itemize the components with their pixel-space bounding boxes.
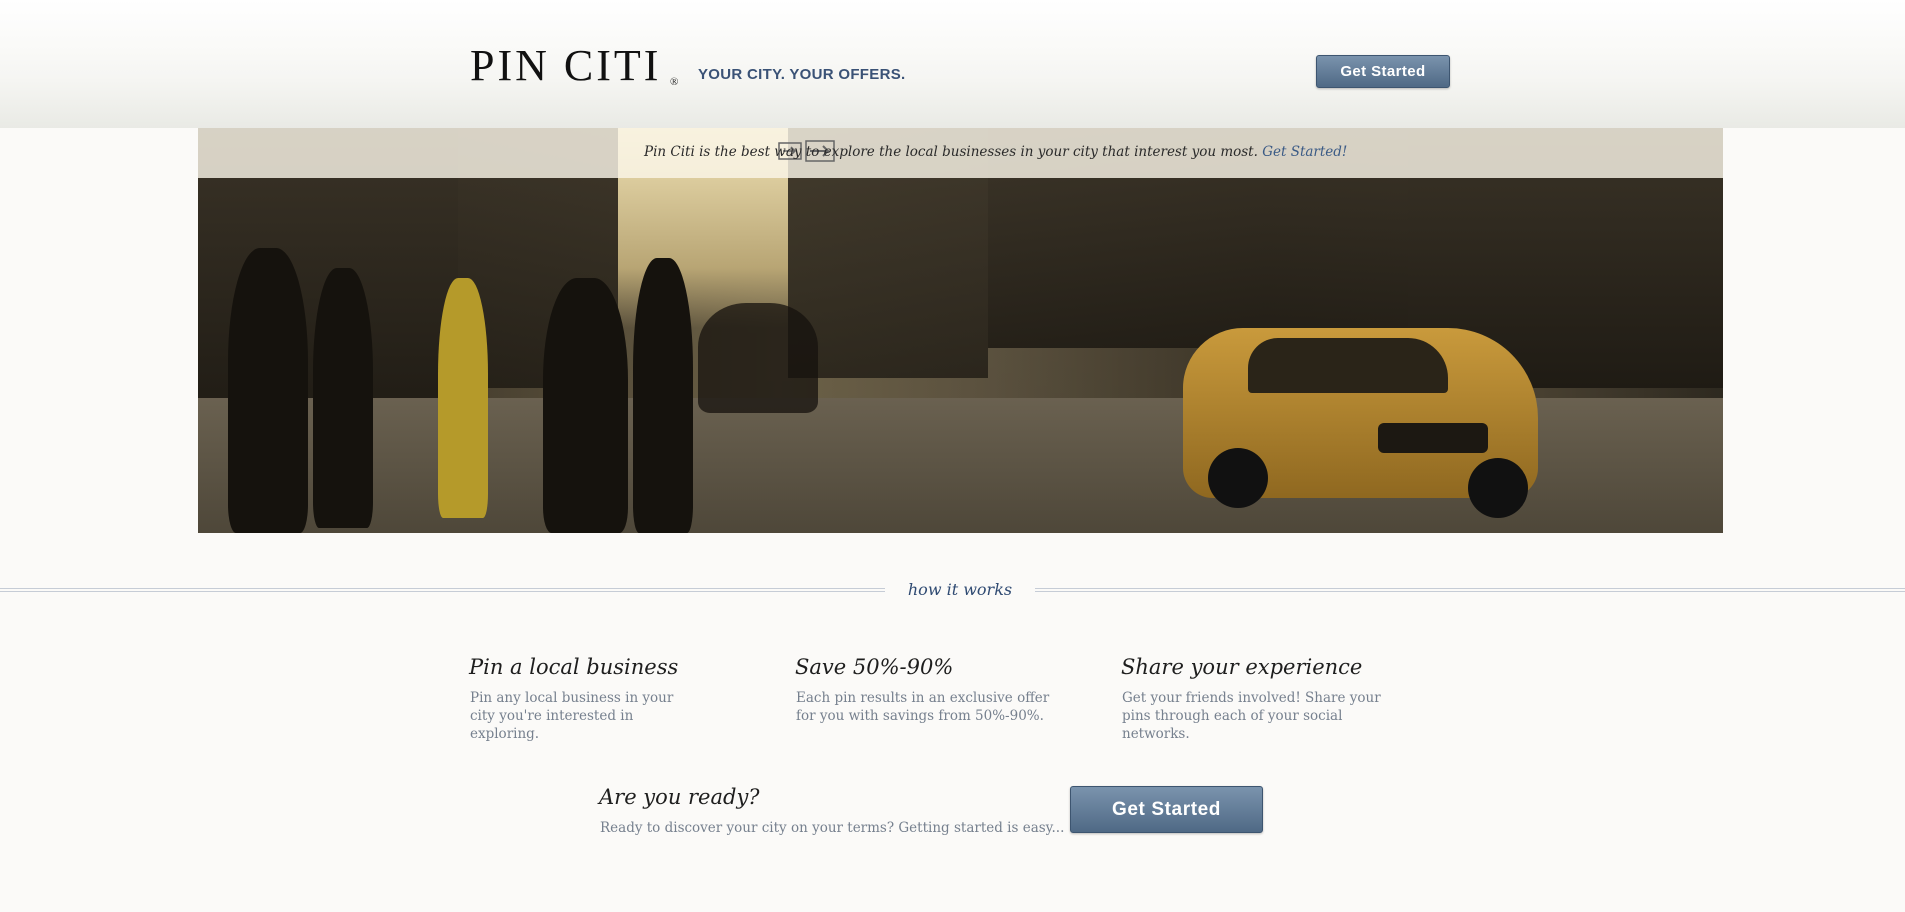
site-header: PIN CITI ® YOUR CITY. YOUR OFFERS. Get S…: [0, 0, 1905, 128]
hero-taxi-wheel: [1208, 448, 1268, 508]
hero-pedestrian-yellow: [438, 278, 488, 518]
hero-pedestrian: [633, 258, 693, 533]
header-get-started-button[interactable]: Get Started: [1316, 55, 1450, 88]
cta-title: Are you ready?: [599, 785, 760, 809]
hero-taxi-grille: [1378, 423, 1488, 453]
hero-banner: Pin Citi is the best way to explore the …: [198, 128, 1723, 178]
feature-description: Get your friends involved! Share your pi…: [1122, 690, 1381, 742]
hero-taxi-window: [1248, 338, 1448, 393]
hero-crowd-background: [698, 303, 818, 413]
feature-title: Share your experience: [1121, 655, 1363, 679]
how-it-works-title: how it works: [907, 580, 1013, 599]
hero-pedestrian: [543, 278, 628, 533]
feature-title: Pin a local business: [469, 655, 679, 679]
registered-mark: ®: [670, 76, 679, 88]
section-divider-left: [0, 588, 885, 592]
hero-banner-text-wrap: Pin Citi is the best way to explore the …: [644, 144, 1347, 160]
cta-get-started-button[interactable]: Get Started: [1070, 786, 1263, 833]
feature-title: Save 50%-90%: [795, 655, 954, 679]
site-tagline: YOUR CITY. YOUR OFFERS.: [698, 66, 906, 83]
hero-image: Pin Citi is the best way to explore the …: [198, 128, 1723, 533]
feature-description: Pin any local business in your city you'…: [470, 690, 674, 742]
hero-pedestrian: [228, 248, 308, 533]
section-divider-right: [1035, 588, 1905, 592]
cta-description: Ready to discover your city on your term…: [600, 820, 1065, 836]
hero-pedestrian: [313, 268, 373, 528]
site-logo[interactable]: PIN CITI: [470, 44, 661, 88]
hero-banner-text: Pin Citi is the best way to explore the …: [644, 144, 1258, 160]
feature-description: Each pin results in an exclusive offer f…: [796, 690, 1050, 724]
hero-get-started-link[interactable]: Get Started!: [1262, 144, 1347, 160]
hero-taxi-wheel: [1468, 458, 1528, 518]
